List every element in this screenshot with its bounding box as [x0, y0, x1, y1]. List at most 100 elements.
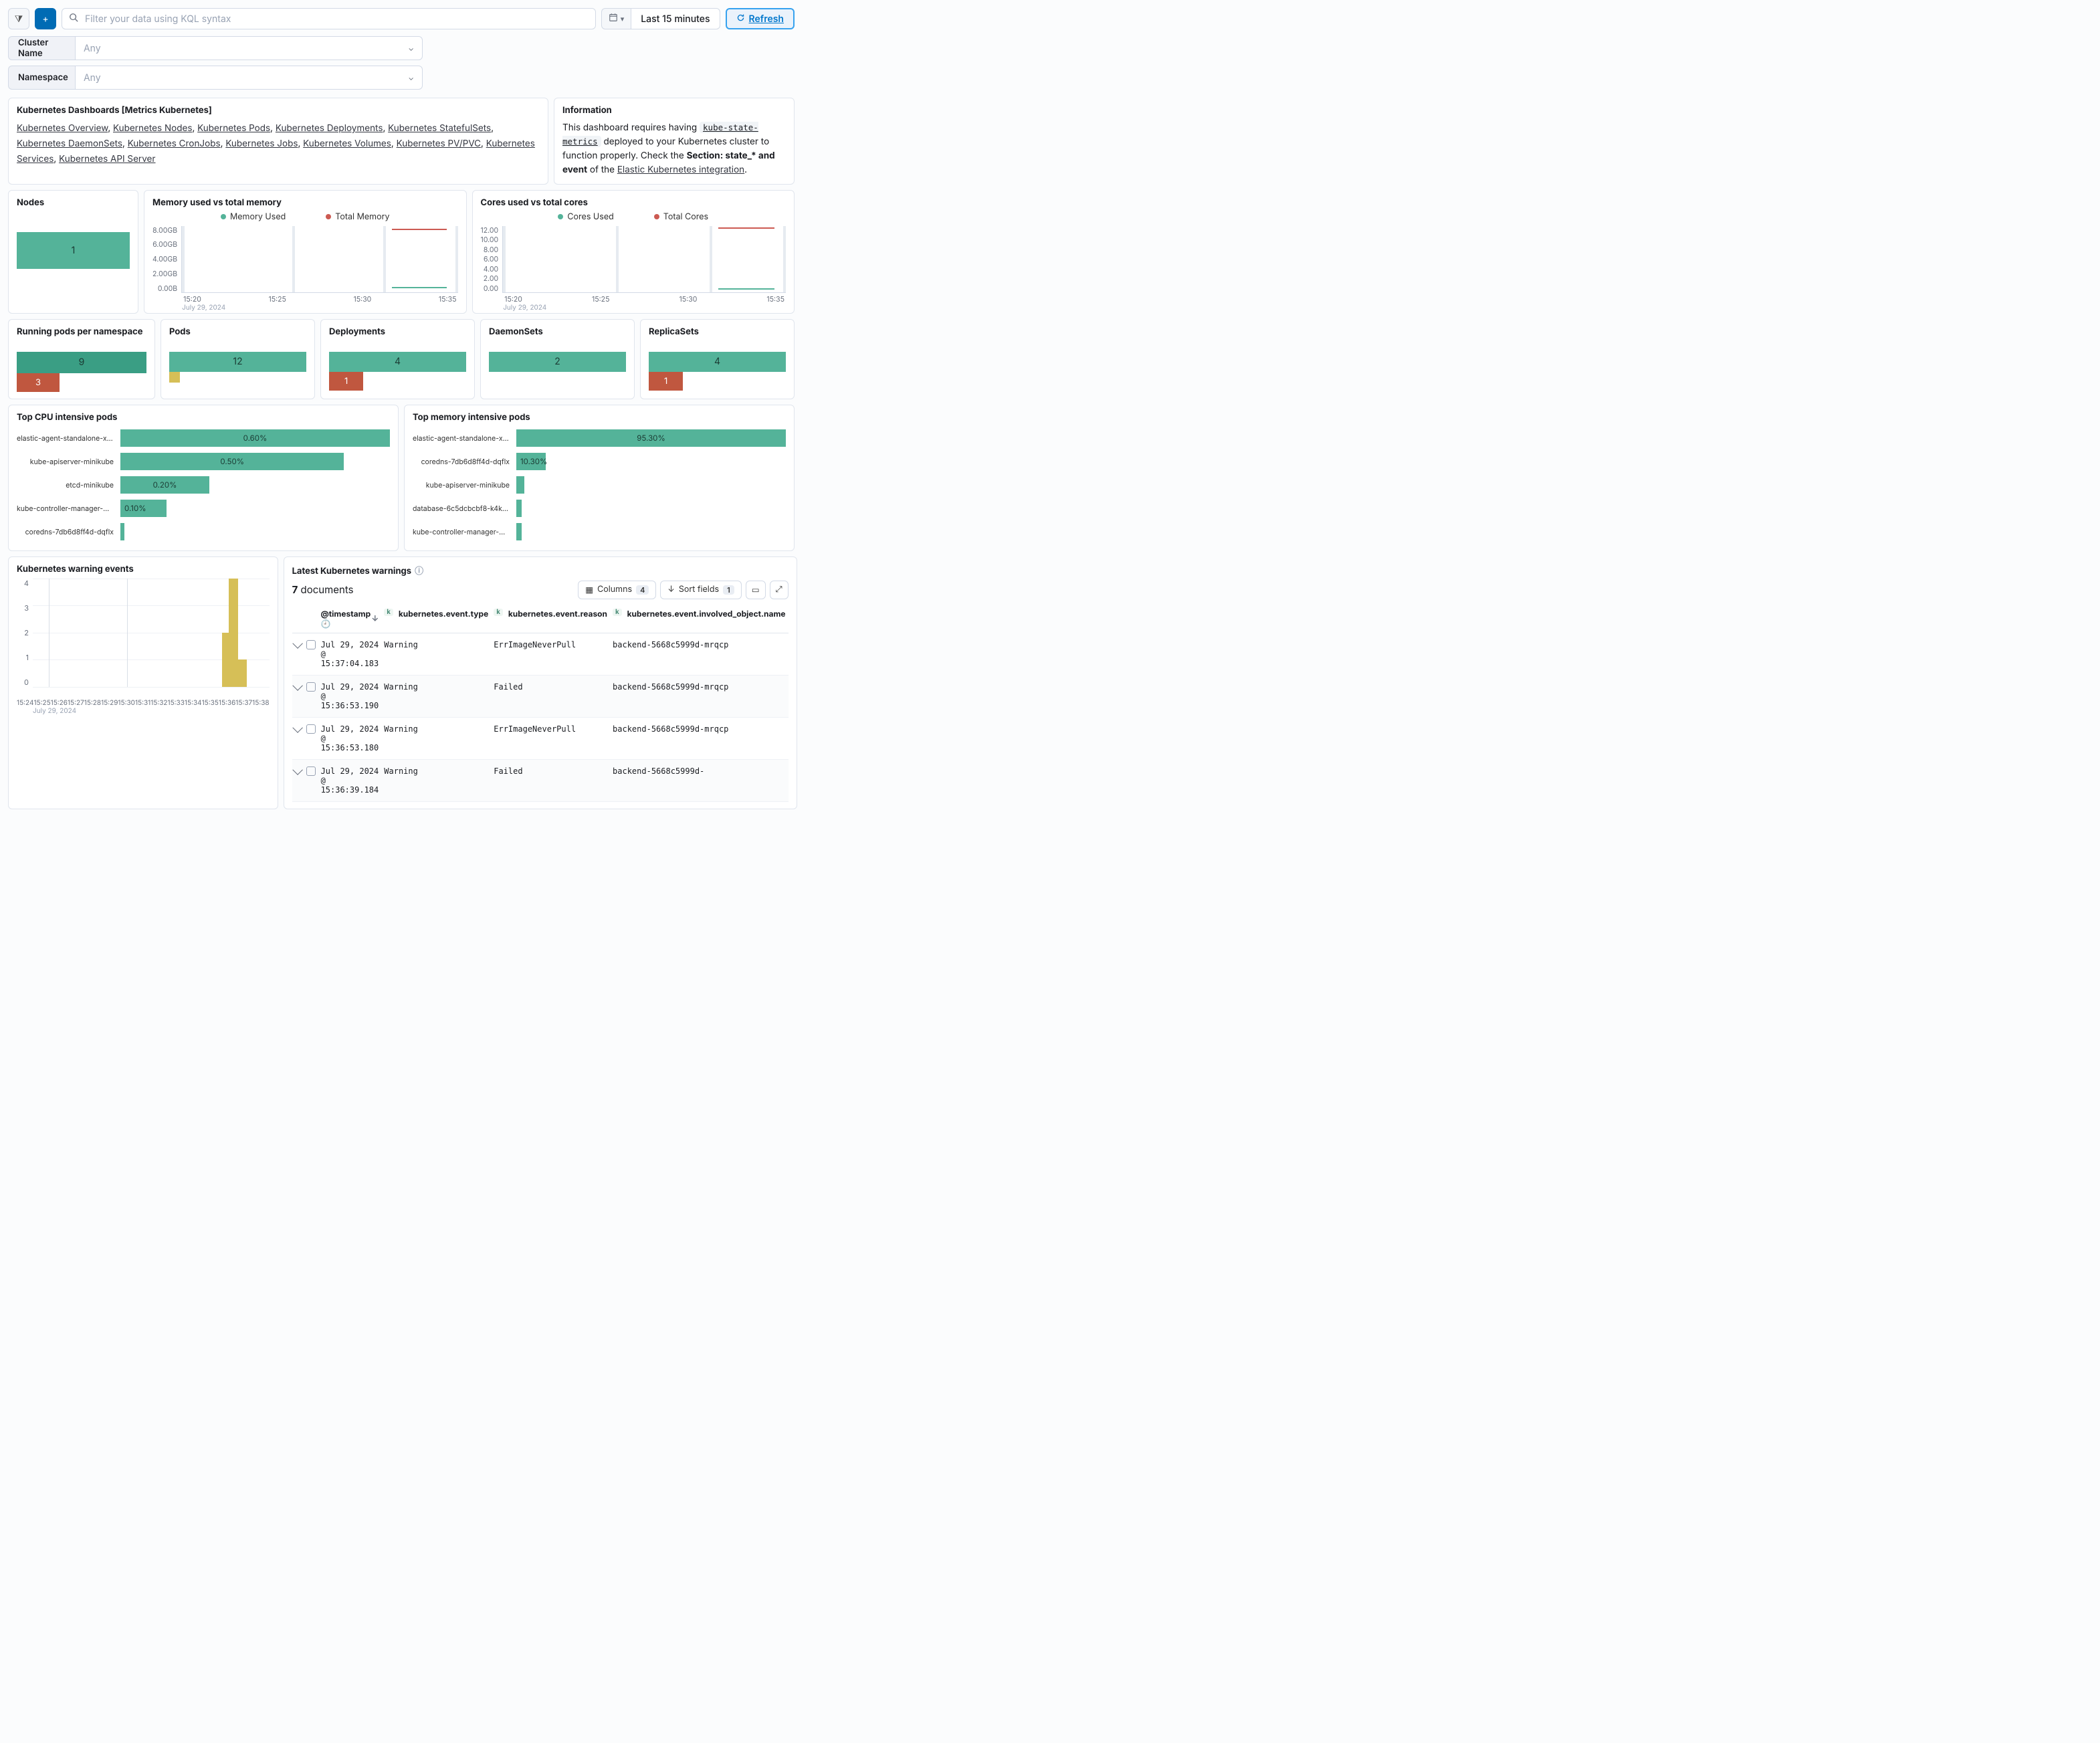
row-checkbox[interactable] [306, 724, 316, 734]
legend-dot-memory-used [221, 214, 226, 219]
pod-label: coredns-7db6d8ff4d-dqflx [413, 457, 516, 466]
dashboard-link[interactable]: Kubernetes CronJobs [128, 138, 221, 149]
cell-object: backend-5668c5999d-mrqcp [610, 717, 789, 759]
fullscreen-icon: ⤢ [776, 585, 782, 595]
table-row[interactable]: Jul 29, 2024 @ 15:36:53.180 Warning ErrI… [292, 717, 789, 759]
pod-bar-row: etcd-minikube 0.20% [17, 474, 390, 497]
cell-reason: ErrImageNeverPull [491, 633, 610, 675]
expand-icon[interactable] [292, 638, 303, 649]
total-cores-line [718, 227, 775, 229]
namespace-value: Any [84, 72, 101, 84]
cores-used-line [718, 288, 775, 290]
pod-bar: 95.30% [516, 429, 786, 447]
cores-chart[interactable]: 15:2015:2515:3015:35 July 29, 2024 [502, 226, 786, 293]
chevron-down-icon: ⌄ [408, 43, 414, 53]
cell-timestamp: Jul 29, 2024 @ 15:37:04.183 [318, 633, 382, 675]
dashboard-link[interactable]: Kubernetes DaemonSets [17, 138, 122, 149]
plus-icon: + [42, 13, 48, 25]
rs-bar-2: 1 [649, 372, 683, 391]
pod-label: kube-apiserver-minikube [17, 457, 120, 466]
replicasets-panel: ReplicaSets 4 1 [640, 319, 795, 399]
pod-bar-row: kube-controller-manager-minikube [413, 520, 786, 544]
columns-button[interactable]: ▦ Columns 4 [578, 581, 656, 599]
cores-title: Cores used vs total cores [481, 197, 786, 208]
pod-bar: 10.30% [516, 453, 546, 470]
row-checkbox[interactable] [306, 682, 316, 692]
cluster-name-value: Any [84, 43, 101, 54]
row-checkbox[interactable] [306, 640, 316, 649]
cell-reason: Failed [491, 675, 610, 717]
dashboard-link[interactable]: Kubernetes Pods [197, 123, 270, 134]
pod-label: kube-apiserver-minikube [413, 481, 516, 490]
cores-panel: Cores used vs total cores Cores Used Tot… [472, 190, 795, 314]
table-row[interactable]: Jul 29, 2024 @ 15:36:39.184 Warning Fail… [292, 759, 789, 801]
refresh-icon [736, 13, 745, 25]
sort-desc-icon[interactable]: ↓ [371, 613, 379, 623]
elastic-k8s-integration-link[interactable]: Elastic Kubernetes integration [617, 165, 744, 175]
fullscreen-button[interactable]: ⤢ [770, 581, 789, 599]
latest-warnings-panel: Latest Kubernetes warnings ⓘ 7 documents… [284, 556, 797, 809]
expand-icon[interactable] [292, 680, 303, 691]
refresh-label: Refresh [749, 13, 784, 25]
filter-toggle-button[interactable]: ⧩ [8, 8, 29, 29]
dashboard-link[interactable]: Kubernetes StatefulSets [388, 123, 491, 134]
deploy-bar-1: 4 [329, 352, 466, 372]
memory-title: Memory used vs total memory [152, 197, 458, 208]
pod-bar: 0.50% [120, 453, 344, 470]
cluster-name-select[interactable]: Any ⌄ [75, 36, 423, 60]
rs-bar-1: 4 [649, 352, 786, 372]
daemonsets-panel: DaemonSets 2 [480, 319, 635, 399]
dashboard-link[interactable]: Kubernetes Volumes [303, 138, 391, 149]
calendar-button[interactable]: ▾ [601, 8, 631, 29]
dashboard-link[interactable]: Kubernetes Jobs [225, 138, 298, 149]
dashboard-link[interactable]: Kubernetes PV/PVC [397, 138, 481, 149]
document-count: 7 documents [292, 583, 354, 596]
info-icon[interactable]: ⓘ [415, 566, 423, 577]
information-panel: Information This dashboard requires havi… [554, 98, 795, 185]
kql-search-input[interactable] [84, 13, 589, 25]
kql-search-bar[interactable] [62, 8, 596, 29]
dashboard-link[interactable]: Kubernetes Overview [17, 123, 108, 134]
display-options-button[interactable]: ▭ [746, 581, 766, 599]
pod-bar-row: elastic-agent-standalone-xmp4r 0.60% [17, 427, 390, 450]
pods-bar-small [169, 372, 180, 383]
search-icon [69, 13, 78, 25]
cell-object: backend-5668c5999d-mrqcp [610, 633, 789, 675]
expand-icon[interactable] [292, 722, 303, 733]
expand-icon[interactable] [292, 764, 303, 775]
chevron-down-icon: ▾ [621, 14, 625, 23]
legend-dot-total-memory [326, 214, 331, 219]
row-checkbox[interactable] [306, 766, 316, 776]
pod-bar-row: coredns-7db6d8ff4d-dqflx 10.30% [413, 450, 786, 474]
running-pods-panel: Running pods per namespace 9 3 [8, 319, 155, 399]
namespace-label: Namespace [8, 66, 75, 90]
pod-bar [120, 523, 124, 540]
legend-dot-cores-used [558, 214, 563, 219]
pod-bar [516, 500, 522, 517]
pod-label: elastic-agent-standalone-xmp4r [17, 434, 120, 443]
warning-events-chart[interactable] [33, 579, 270, 687]
time-range-text[interactable]: Last 15 minutes [631, 8, 720, 29]
namespace-select[interactable]: Any ⌄ [75, 66, 423, 90]
pod-bar-row: elastic-agent-standalone-xmp4r 95.30% [413, 427, 786, 450]
table-row[interactable]: Jul 29, 2024 @ 15:36:53.190 Warning Fail… [292, 675, 789, 717]
dashboard-links-list: Kubernetes Overview, Kubernetes Nodes, K… [17, 121, 540, 167]
dashboard-link[interactable]: Kubernetes API Server [59, 154, 155, 165]
pod-bar [516, 476, 524, 494]
time-range-picker[interactable]: ▾ Last 15 minutes [601, 8, 720, 29]
add-filter-button[interactable]: + [35, 8, 56, 29]
total-memory-line [392, 229, 447, 230]
table-row[interactable]: Jul 29, 2024 @ 15:37:04.183 Warning ErrI… [292, 633, 789, 675]
pod-bar-row: kube-apiserver-minikube 0.50% [17, 450, 390, 474]
dashboard-link[interactable]: Kubernetes Nodes [113, 123, 192, 134]
cell-timestamp: Jul 29, 2024 @ 15:36:39.184 [318, 759, 382, 801]
memory-chart[interactable]: 15:2015:2515:3015:35 July 29, 2024 [181, 226, 457, 293]
cell-type: Warning [381, 675, 491, 717]
deployments-panel: Deployments 4 1 [320, 319, 475, 399]
cell-object: backend-5668c5999d-mrqcp [610, 675, 789, 717]
nodes-panel: Nodes 1 [8, 190, 138, 314]
dashboard-link[interactable]: Kubernetes Deployments [276, 123, 383, 134]
pod-bar [516, 523, 522, 540]
sort-fields-button[interactable]: ↓ Sort fields 1 [660, 581, 741, 599]
refresh-button[interactable]: Refresh [726, 8, 795, 29]
